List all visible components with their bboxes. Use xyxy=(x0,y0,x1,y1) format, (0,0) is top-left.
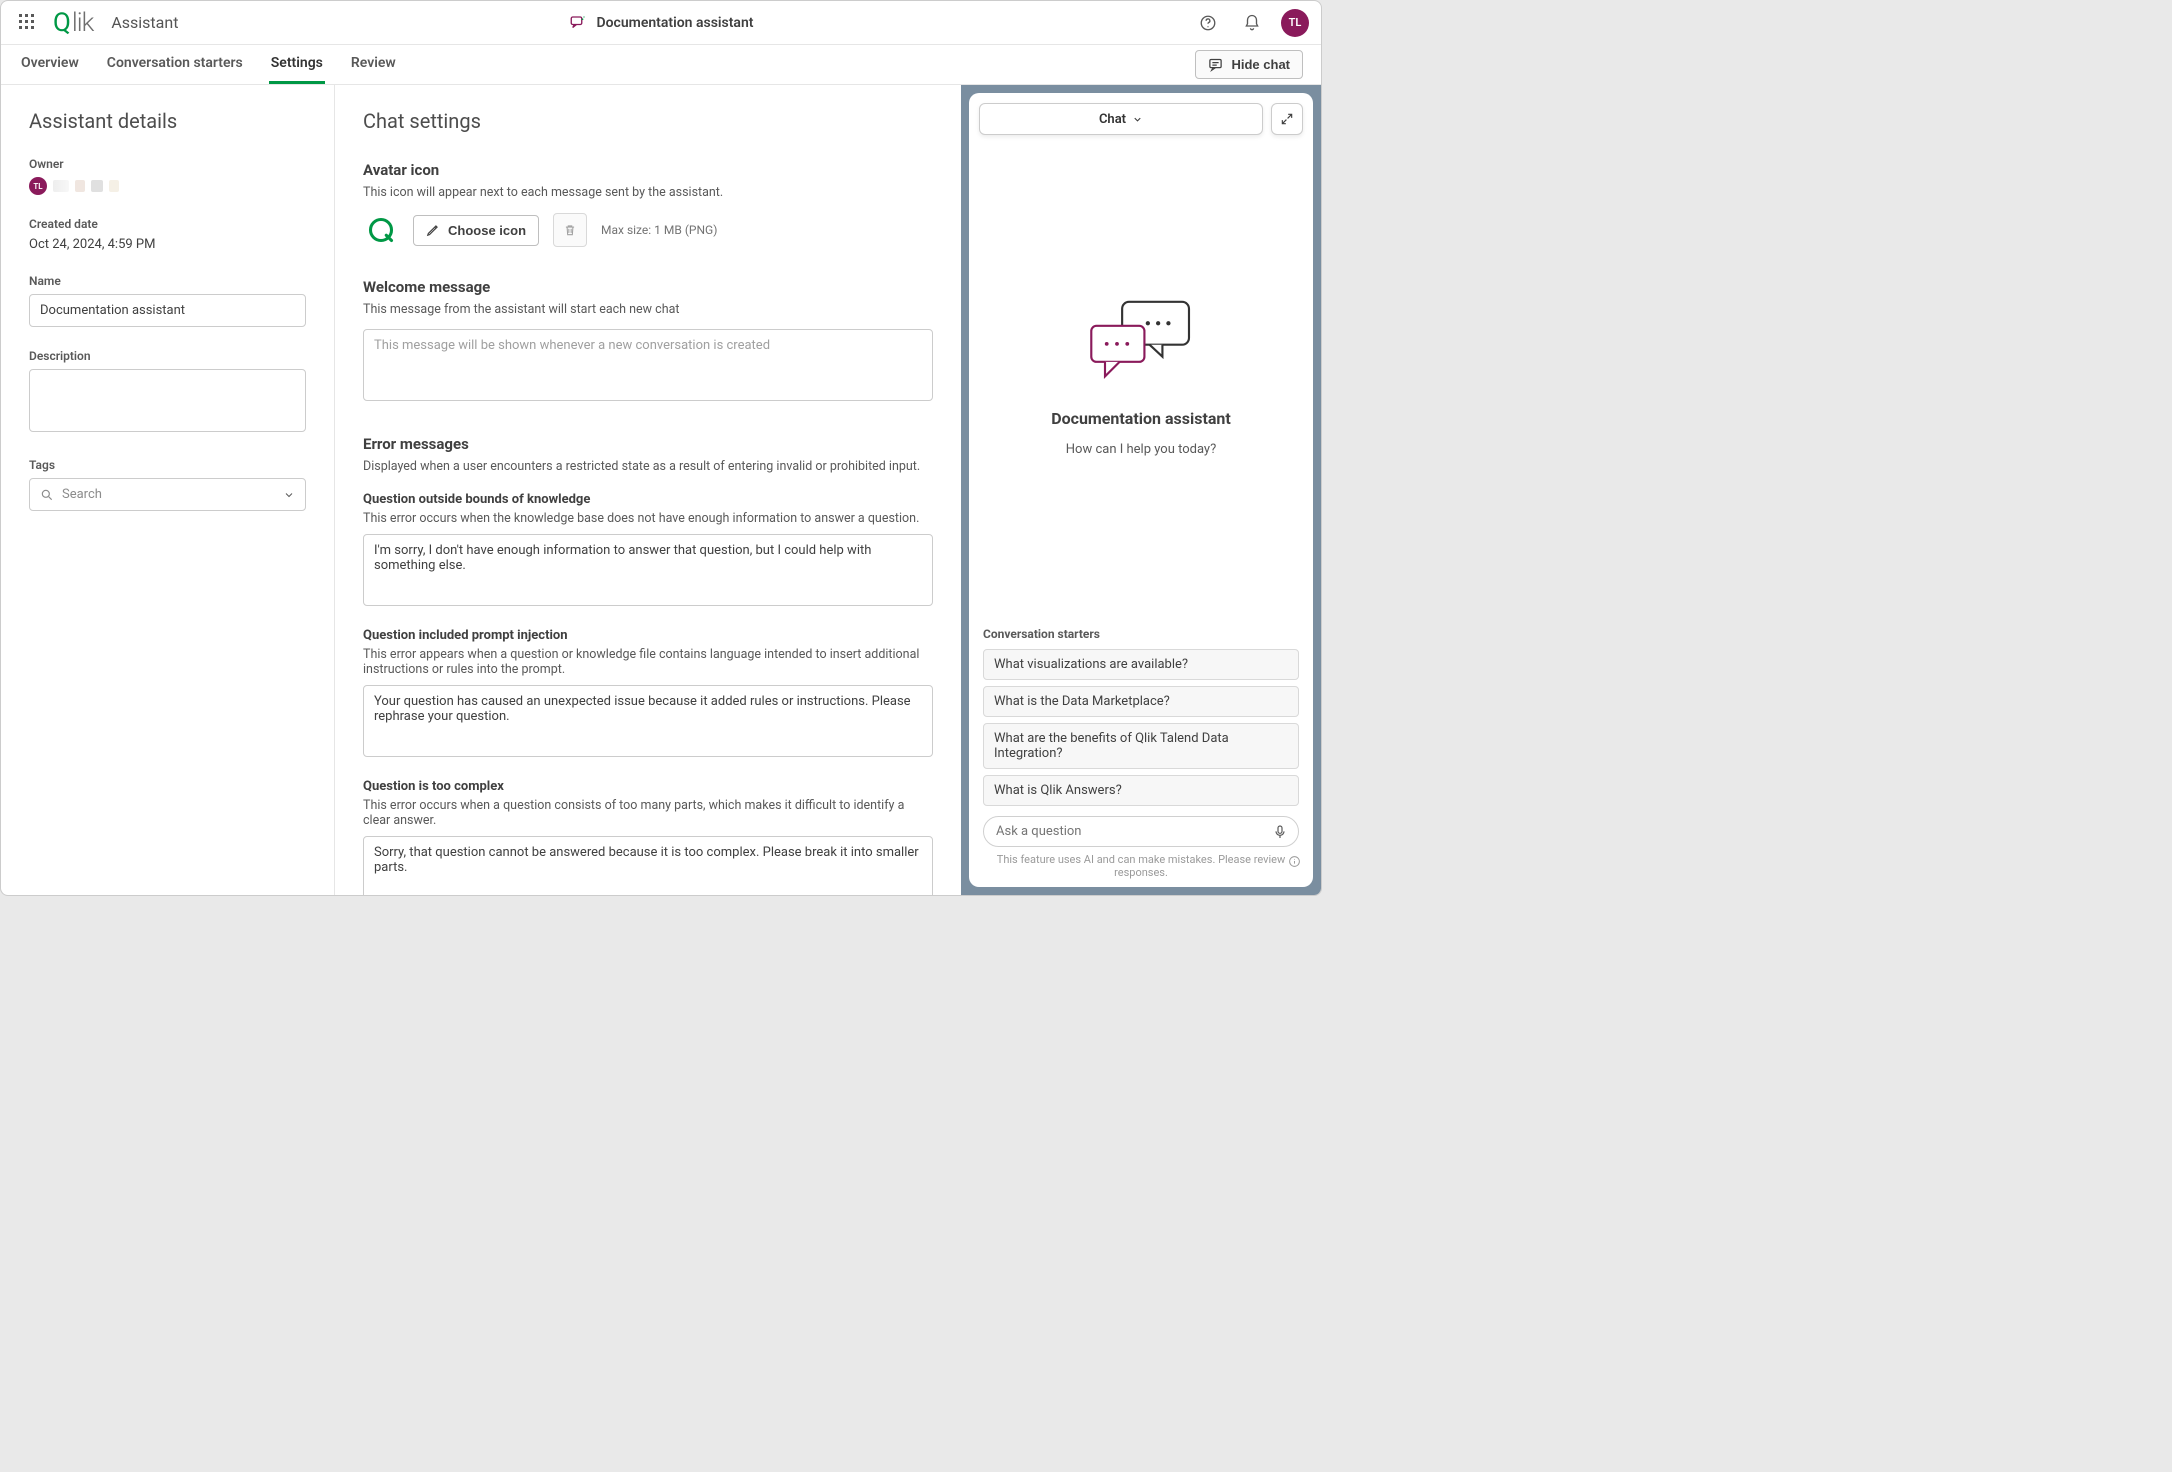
tab-settings[interactable]: Settings xyxy=(269,45,325,84)
chat-panel: Chat xyxy=(969,93,1313,887)
info-icon[interactable] xyxy=(1288,855,1301,868)
error-outside-sub: This error occurs when the knowledge bas… xyxy=(363,511,933,526)
avatar-section-title: Avatar icon xyxy=(363,161,933,179)
owner-name-redacted xyxy=(75,180,85,192)
conversation-starter[interactable]: What is Qlik Answers? xyxy=(983,775,1299,806)
tags-search-input[interactable]: Search xyxy=(29,478,306,511)
chat-greeting: How can I help you today? xyxy=(1066,442,1216,457)
ask-question-input[interactable] xyxy=(994,823,1272,840)
owner-avatar: TL xyxy=(29,177,47,195)
hide-chat-button[interactable]: Hide chat xyxy=(1195,50,1303,79)
sidebar-heading: Assistant details xyxy=(29,109,306,133)
welcome-title: Welcome message xyxy=(363,278,933,296)
owner-name-redacted xyxy=(109,180,119,192)
errors-sub: Displayed when a user encounters a restr… xyxy=(363,459,933,474)
owner-name-redacted xyxy=(53,180,69,192)
error-messages-section: Error messages Displayed when a user enc… xyxy=(363,435,933,895)
search-icon xyxy=(40,488,54,502)
chat-frame: Chat xyxy=(961,85,1321,895)
trash-icon xyxy=(563,223,577,237)
error-inject-input[interactable] xyxy=(363,685,933,757)
sidebar: Assistant details Owner TL Created date … xyxy=(1,85,335,895)
conversation-starter[interactable]: What are the benefits of Qlik Talend Dat… xyxy=(983,723,1299,769)
hide-chat-label: Hide chat xyxy=(1231,57,1290,72)
notifications-icon[interactable] xyxy=(1237,8,1267,38)
ask-question-row xyxy=(983,816,1299,847)
chat-assistant-icon xyxy=(569,14,587,32)
created-date-label: Created date xyxy=(29,217,306,231)
avatar-preview xyxy=(363,212,399,248)
microphone-icon[interactable] xyxy=(1272,824,1288,840)
page-title: Documentation assistant xyxy=(597,15,754,31)
created-date-field: Created date Oct 24, 2024, 4:59 PM xyxy=(29,217,306,252)
conversation-starter[interactable]: What is the Data Marketplace? xyxy=(983,686,1299,717)
topbar: Qlik Assistant Documentation assistant xyxy=(1,1,1321,45)
choose-icon-button[interactable]: Choose icon xyxy=(413,215,539,246)
tags-field: Tags Search xyxy=(29,458,306,511)
brand-logo-q: Q xyxy=(53,8,70,38)
name-input[interactable] xyxy=(29,294,306,327)
chat-dropdown-label: Chat xyxy=(1099,112,1126,127)
errors-title: Error messages xyxy=(363,435,933,453)
starters-label: Conversation starters xyxy=(983,627,1299,641)
name-field: Name xyxy=(29,274,306,327)
tags-label: Tags xyxy=(29,458,306,472)
error-inject-title: Question included prompt injection xyxy=(363,628,933,643)
welcome-sub: This message from the assistant will sta… xyxy=(363,302,933,317)
tab-conversation-starters[interactable]: Conversation starters xyxy=(105,45,245,84)
chat-dropdown[interactable]: Chat xyxy=(979,103,1263,135)
tags-placeholder: Search xyxy=(62,487,102,502)
content: Chat settings Avatar icon This icon will… xyxy=(335,85,961,895)
tabbar: Overview Conversation starters Settings … xyxy=(1,45,1321,85)
error-inject-sub: This error appears when a question or kn… xyxy=(363,647,933,677)
chevron-down-icon xyxy=(283,489,295,501)
owner-label: Owner xyxy=(29,157,306,171)
choose-icon-label: Choose icon xyxy=(448,223,526,238)
chat-bubble-icon xyxy=(1208,57,1223,72)
welcome-section: Welcome message This message from the as… xyxy=(363,278,933,405)
description-input[interactable] xyxy=(29,369,306,432)
app-title: Assistant xyxy=(111,13,178,32)
main: Assistant details Owner TL Created date … xyxy=(1,85,1321,895)
owner-field: Owner TL xyxy=(29,157,306,195)
expand-chat-button[interactable] xyxy=(1271,103,1303,135)
ai-disclaimer: This feature uses AI and can make mistak… xyxy=(983,853,1299,879)
content-heading: Chat settings xyxy=(363,109,933,133)
app-launcher-icon[interactable] xyxy=(13,8,43,38)
max-size-hint: Max size: 1 MB (PNG) xyxy=(601,223,717,237)
expand-icon xyxy=(1280,112,1294,126)
chevron-down-icon xyxy=(1132,114,1143,125)
description-label: Description xyxy=(29,349,306,363)
avatar-section-sub: This icon will appear next to each messa… xyxy=(363,185,933,200)
error-prompt-injection: Question included prompt injection This … xyxy=(363,628,933,761)
avatar-section: Avatar icon This icon will appear next t… xyxy=(363,161,933,248)
brand-logo-rest: lik xyxy=(72,8,93,38)
user-avatar[interactable]: TL xyxy=(1281,9,1309,37)
owner-name-redacted xyxy=(91,180,103,192)
welcome-message-input[interactable] xyxy=(363,329,933,401)
ai-disclaimer-text: This feature uses AI and can make mistak… xyxy=(997,853,1285,879)
conversation-starter[interactable]: What visualizations are available? xyxy=(983,649,1299,680)
delete-icon-button[interactable] xyxy=(553,213,587,247)
app-window: Qlik Assistant Documentation assistant xyxy=(0,0,1322,896)
created-date-value: Oct 24, 2024, 4:59 PM xyxy=(29,237,306,252)
error-outside-title: Question outside bounds of knowledge xyxy=(363,492,933,507)
error-outside-knowledge: Question outside bounds of knowledge Thi… xyxy=(363,492,933,610)
brand-logo[interactable]: Qlik xyxy=(53,8,93,38)
error-complex-sub: This error occurs when a question consis… xyxy=(363,798,933,828)
chat-assistant-name: Documentation assistant xyxy=(1051,409,1231,428)
pencil-icon xyxy=(426,223,440,237)
error-complex-input[interactable] xyxy=(363,836,933,895)
description-field: Description xyxy=(29,349,306,436)
help-icon[interactable] xyxy=(1193,8,1223,38)
tab-overview[interactable]: Overview xyxy=(19,45,81,84)
chat-illustration-icon xyxy=(1081,295,1201,395)
error-outside-input[interactable] xyxy=(363,534,933,606)
name-label: Name xyxy=(29,274,306,288)
error-complex-title: Question is too complex xyxy=(363,779,933,794)
error-too-complex: Question is too complex This error occur… xyxy=(363,779,933,895)
tab-review[interactable]: Review xyxy=(349,45,398,84)
